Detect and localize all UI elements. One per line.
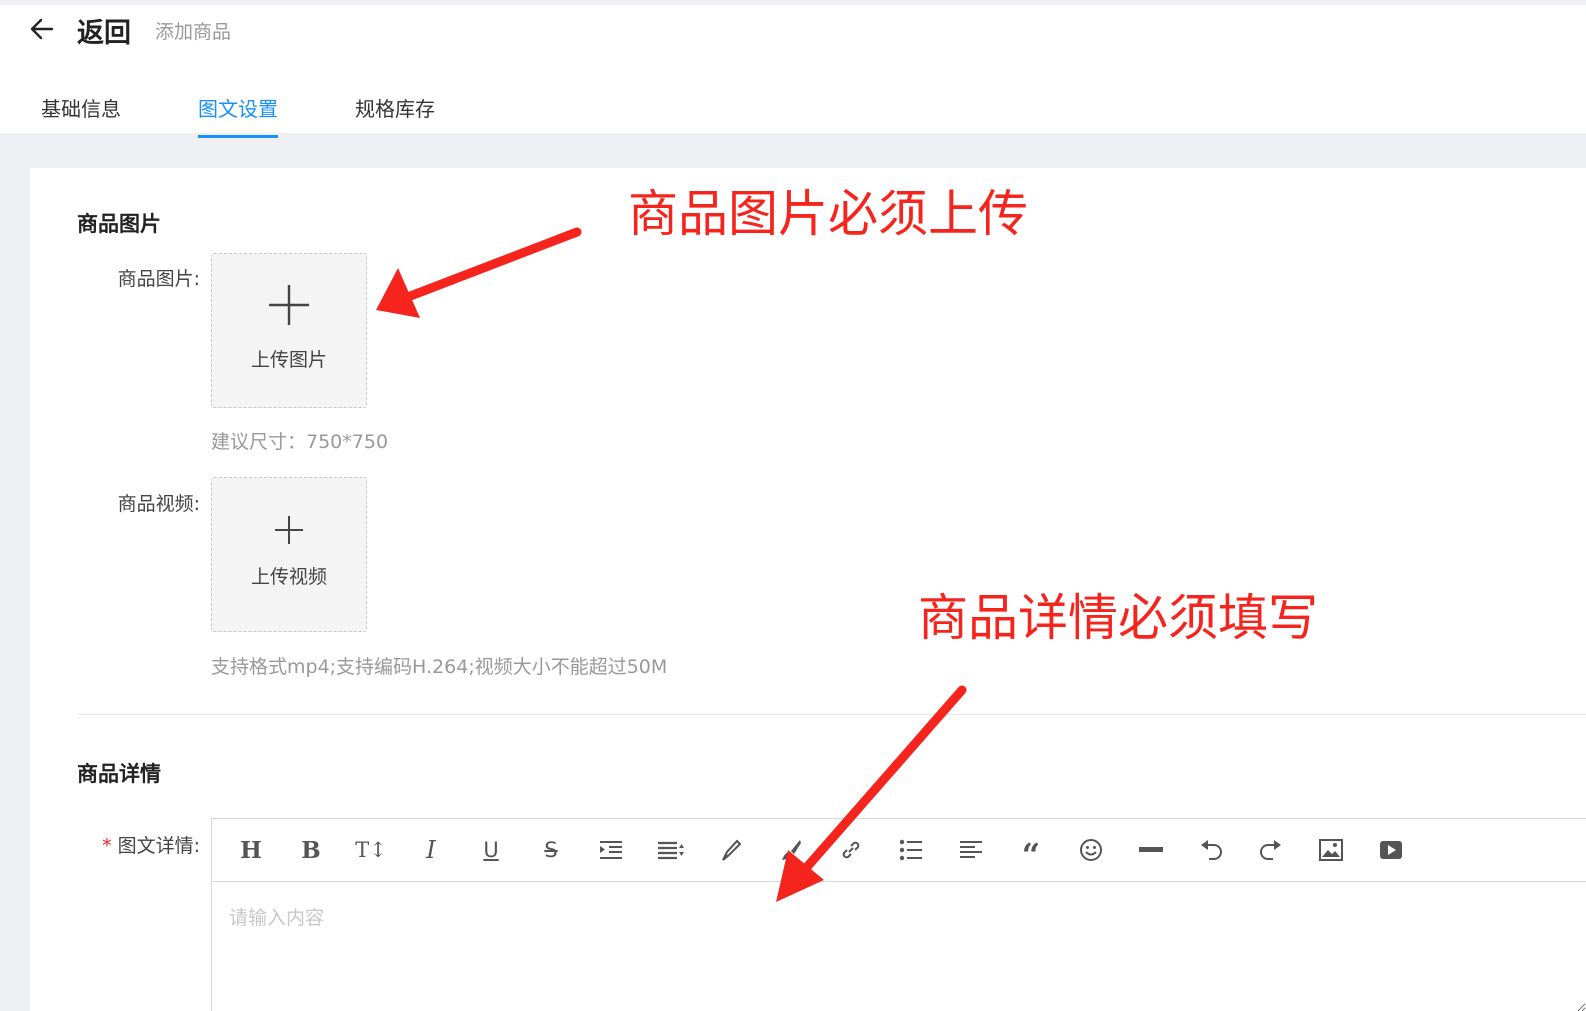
image-size-hint: 建议尺寸：750*750 [211, 431, 389, 453]
product-video-label: 商品视频: [117, 493, 200, 515]
video-format-hint: 支持格式mp4;支持编码H.264;视频大小不能超过50M [211, 656, 668, 678]
plus-icon [275, 516, 303, 544]
detail-required-annotation: 商品详情必须填写 [918, 589, 1318, 647]
tab-spec-inventory[interactable]: 规格库存 [355, 93, 435, 138]
emoji-icon[interactable] [1076, 835, 1106, 865]
indent-icon[interactable] [596, 835, 626, 865]
editor-toolbar: H B T↕ I U S “ [212, 819, 1586, 882]
align-icon[interactable] [956, 835, 986, 865]
bold-icon[interactable]: B [296, 835, 326, 865]
upload-video-button[interactable]: 上传视频 [211, 477, 367, 632]
detail-content-editor[interactable] [212, 883, 1586, 1011]
detail-section-title: 商品详情 [77, 762, 161, 786]
link-icon[interactable] [836, 835, 866, 865]
divider-icon[interactable] [1136, 835, 1166, 865]
required-mark: * [102, 835, 112, 857]
upload-image-text: 上传图片 [250, 349, 327, 371]
upload-image-button[interactable]: 上传图片 [211, 253, 367, 408]
underline-icon[interactable]: U [476, 835, 506, 865]
header-icon[interactable]: H [236, 835, 266, 865]
tab-image-text-settings[interactable]: 图文设置 [198, 93, 278, 138]
tab-basic-info[interactable]: 基础信息 [41, 93, 121, 138]
text-color-icon[interactable] [716, 835, 746, 865]
strikethrough-icon[interactable]: S [536, 835, 566, 865]
image-required-annotation: 商品图片必须上传 [628, 185, 1028, 243]
font-size-icon[interactable]: T↕ [355, 835, 387, 865]
upload-video-text: 上传视频 [250, 566, 327, 588]
form-card: 商品图片 商品图片: 上传图片 建议尺寸：750*750 商品视频: 上传视频 … [30, 168, 1586, 1011]
list-icon[interactable] [896, 835, 926, 865]
italic-icon[interactable]: I [416, 835, 446, 865]
product-image-label: 商品图片: [117, 268, 200, 290]
page-subtitle: 添加商品 [155, 21, 232, 43]
image-text-detail-label-text: 图文详情: [117, 835, 200, 857]
back-arrow-icon[interactable] [28, 13, 56, 45]
image-text-detail-label: * 图文详情: [70, 831, 200, 858]
background-color-icon[interactable] [776, 835, 806, 865]
plus-icon [269, 285, 309, 325]
quote-icon[interactable]: “ [1016, 835, 1046, 871]
section-divider [77, 714, 1586, 715]
redo-icon[interactable] [1256, 835, 1286, 865]
images-section-title: 商品图片 [77, 212, 161, 236]
rich-text-editor: H B T↕ I U S “ 请输入内容 [211, 818, 1586, 1011]
back-button[interactable]: 返回 [77, 11, 131, 50]
video-icon[interactable] [1376, 835, 1406, 865]
undo-icon[interactable] [1196, 835, 1226, 865]
line-height-icon[interactable] [656, 835, 686, 865]
image-icon[interactable] [1316, 835, 1346, 865]
top-bar: 返回 添加商品 基础信息 图文设置 规格库存 [0, 0, 1586, 138]
